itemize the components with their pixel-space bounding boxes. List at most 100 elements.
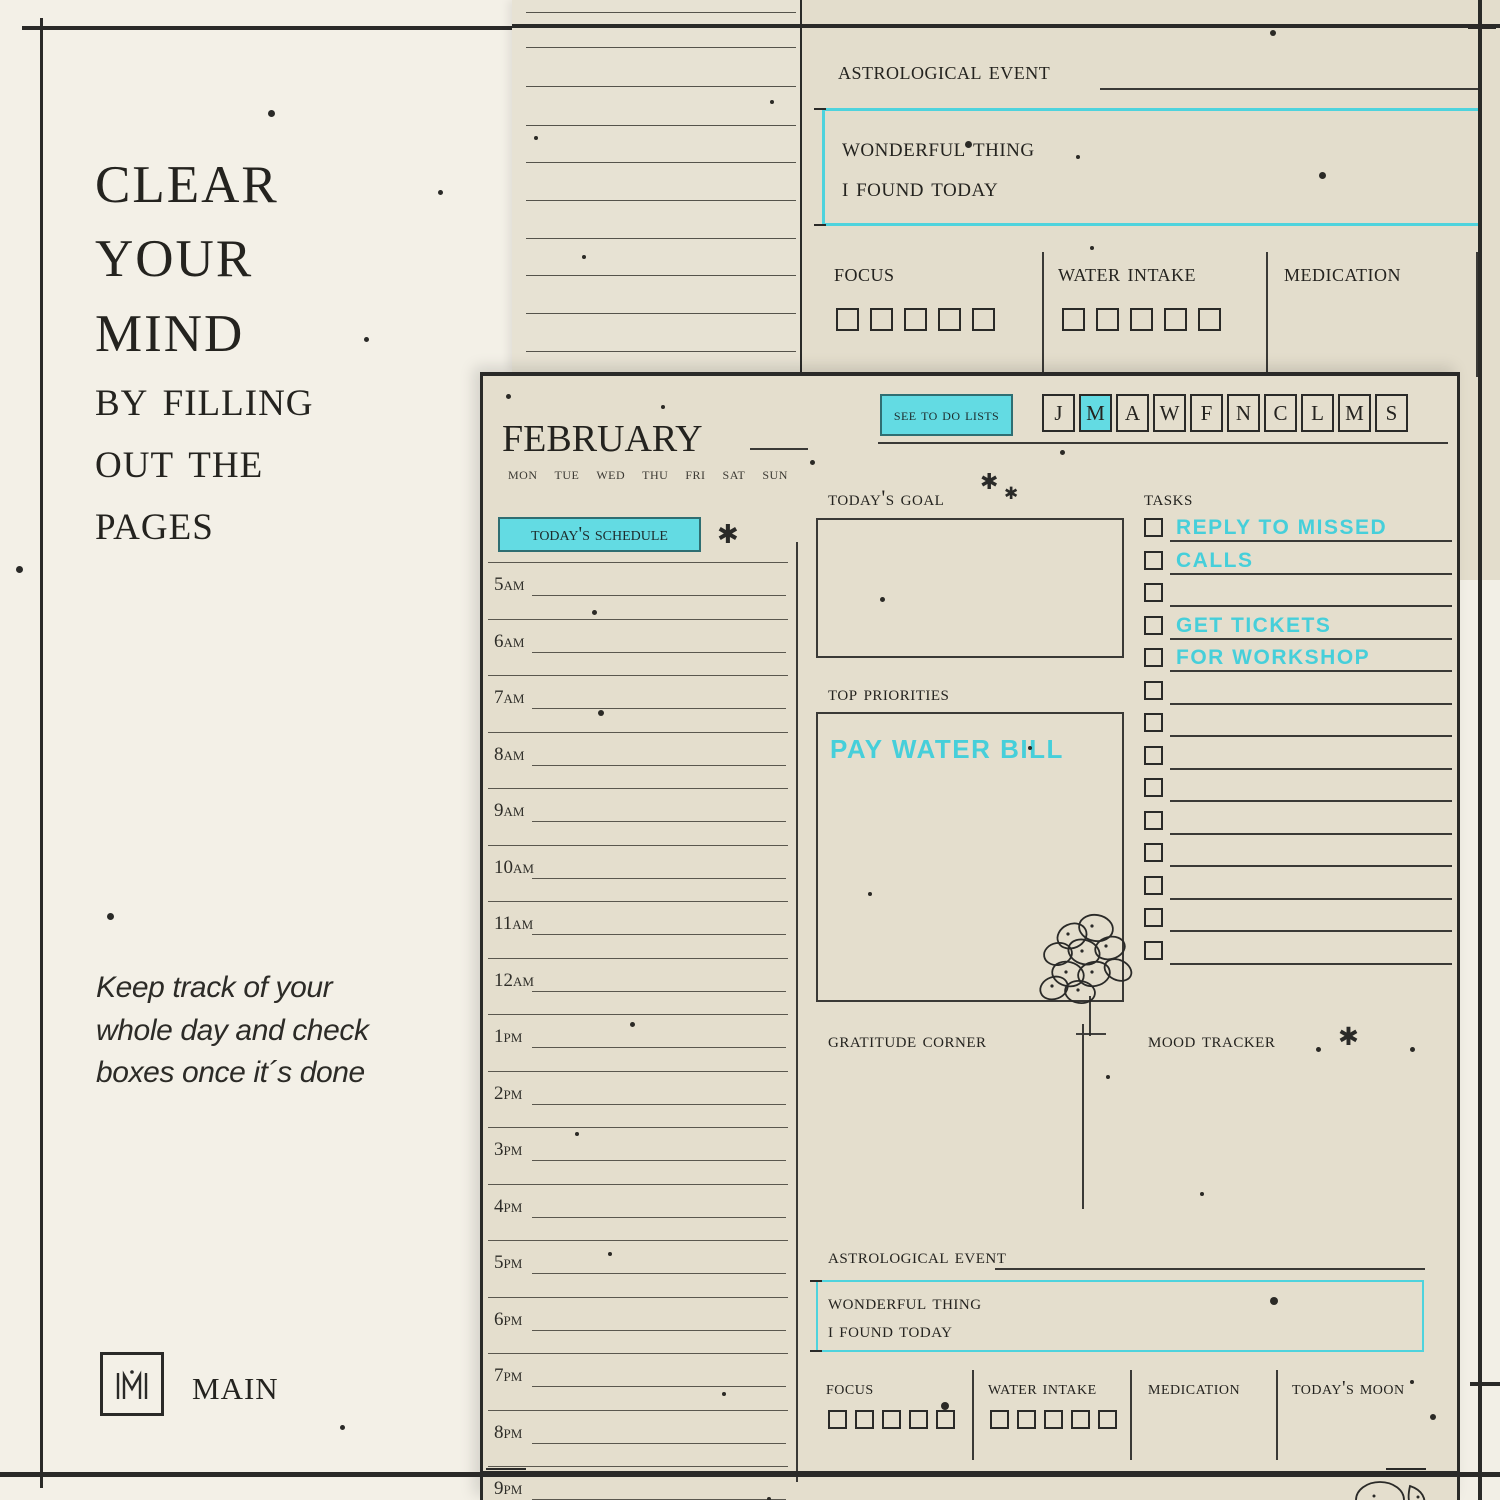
astrological-event-input-line[interactable]	[995, 1268, 1425, 1270]
task-line[interactable]	[1170, 767, 1452, 770]
task-line[interactable]	[1170, 800, 1452, 802]
schedule-row[interactable]: 12am	[480, 957, 800, 1015]
schedule-row[interactable]: 9am	[480, 788, 800, 845]
schedule-row[interactable]: 4pm	[480, 1183, 800, 1241]
schedule-row[interactable]: 3pm	[480, 1127, 800, 1184]
task-checkbox[interactable]	[1144, 550, 1163, 570]
schedule-entry-line[interactable]	[532, 764, 786, 766]
task-line[interactable]	[1170, 702, 1452, 705]
focus-checkbox[interactable]	[909, 1410, 928, 1429]
focus-checkbox[interactable]	[870, 308, 893, 331]
water-checkbox[interactable]	[1164, 308, 1187, 331]
schedule-entry-line[interactable]	[532, 990, 786, 992]
task-checkbox[interactable]	[1144, 615, 1163, 635]
schedule-row[interactable]: 6am	[480, 618, 800, 676]
task-checkbox[interactable]	[1144, 583, 1163, 602]
month-tab-2[interactable]: A	[1116, 394, 1149, 432]
month-tab-4[interactable]: F	[1190, 394, 1223, 432]
water-checkbox[interactable]	[1130, 308, 1153, 331]
astrological-event-input-line[interactable]	[1100, 88, 1478, 90]
focus-checkbox[interactable]	[936, 1410, 955, 1429]
task-checkbox[interactable]	[1144, 908, 1163, 927]
schedule-entry-line[interactable]	[532, 1273, 786, 1274]
water-checkbox[interactable]	[990, 1410, 1009, 1429]
focus-checkbox[interactable]	[828, 1410, 847, 1429]
schedule-row[interactable]: 7pm	[480, 1353, 800, 1410]
task-checkbox[interactable]	[1144, 745, 1163, 765]
focus-checkbox[interactable]	[836, 308, 859, 331]
task-checkbox[interactable]	[1144, 843, 1163, 862]
schedule-row[interactable]: 8pm	[480, 1409, 800, 1467]
task-line[interactable]	[1170, 832, 1452, 835]
water-checkbox-row[interactable]	[1062, 308, 1221, 331]
focus-checkbox[interactable]	[972, 308, 995, 331]
focus-checkbox[interactable]	[904, 308, 927, 331]
task-checkbox[interactable]	[1144, 940, 1163, 960]
water-checkbox-row[interactable]	[990, 1410, 1117, 1429]
focus-checkbox-row[interactable]	[836, 308, 995, 331]
task-checkbox[interactable]	[1144, 648, 1163, 667]
schedule-entry-line[interactable]	[532, 1329, 786, 1331]
todays-schedule-button[interactable]: TODAY'S SCHEDULE	[498, 517, 701, 552]
schedule-entry-line[interactable]	[532, 934, 786, 935]
task-line[interactable]	[1170, 930, 1452, 932]
month-tab-5[interactable]: N	[1227, 394, 1260, 432]
schedule-entry-line[interactable]	[532, 595, 786, 596]
focus-checkbox-row[interactable]	[828, 1410, 955, 1429]
schedule-row[interactable]: 5pm	[480, 1240, 800, 1297]
schedule-entry-line[interactable]	[532, 1216, 786, 1218]
focus-checkbox[interactable]	[855, 1410, 874, 1429]
water-checkbox[interactable]	[1044, 1410, 1063, 1429]
month-tab-1[interactable]: M	[1079, 394, 1112, 432]
schedule-row[interactable]: 2pm	[480, 1070, 800, 1128]
task-line[interactable]	[1170, 540, 1452, 542]
task-line[interactable]	[1170, 605, 1452, 607]
task-checkbox[interactable]	[1144, 680, 1163, 700]
schedule-entry-line[interactable]	[532, 1047, 786, 1048]
schedule-row[interactable]: 6pm	[480, 1296, 800, 1354]
schedule-entry-line[interactable]	[532, 821, 786, 822]
todays-goal-box[interactable]	[816, 518, 1124, 658]
water-checkbox[interactable]	[1017, 1410, 1036, 1429]
task-checkbox[interactable]	[1144, 875, 1163, 895]
schedule-row[interactable]: 7am	[480, 675, 800, 732]
focus-checkbox[interactable]	[938, 308, 961, 331]
schedule-row[interactable]: 11am	[480, 901, 800, 958]
task-checkbox[interactable]	[1144, 778, 1163, 797]
water-checkbox[interactable]	[1098, 1410, 1117, 1429]
month-tab-6[interactable]: C	[1264, 394, 1297, 432]
schedule-entry-line[interactable]	[532, 708, 786, 709]
schedule-entry-line[interactable]	[532, 877, 786, 879]
month-tab-9[interactable]: S	[1375, 394, 1408, 432]
task-checkbox[interactable]	[1144, 810, 1163, 830]
month-tab-bar[interactable]: J M A W F N C L M S	[1042, 394, 1408, 432]
task-checkbox[interactable]	[1144, 518, 1163, 537]
month-tab-8[interactable]: M	[1338, 394, 1371, 432]
schedule-entry-line[interactable]	[532, 1386, 786, 1387]
see-todo-lists-button[interactable]: SEE TO DO LISTS	[880, 394, 1013, 436]
water-checkbox[interactable]	[1198, 308, 1221, 331]
month-day-blank-line[interactable]	[750, 448, 808, 450]
water-checkbox[interactable]	[1062, 308, 1085, 331]
month-tab-7[interactable]: L	[1301, 394, 1334, 432]
month-tab-3[interactable]: W	[1153, 394, 1186, 432]
wonderful-thing-box[interactable]	[822, 108, 1482, 226]
schedule-entry-line[interactable]	[532, 1442, 786, 1444]
schedule-row[interactable]: 10am	[480, 844, 800, 902]
schedule-row[interactable]: 8am	[480, 731, 800, 789]
schedule-entry-line[interactable]	[532, 1103, 786, 1105]
task-line[interactable]	[1170, 962, 1452, 965]
water-checkbox[interactable]	[1096, 308, 1119, 331]
task-line[interactable]	[1170, 637, 1452, 640]
schedule-entry-line[interactable]	[532, 651, 786, 653]
task-checkbox[interactable]	[1144, 713, 1163, 732]
schedule-row[interactable]: 1pm	[480, 1014, 800, 1071]
schedule-row[interactable]: 5am	[480, 562, 800, 619]
task-line[interactable]	[1170, 897, 1452, 900]
task-line[interactable]	[1170, 670, 1452, 672]
schedule-entry-line[interactable]	[532, 1160, 786, 1161]
task-line[interactable]	[1170, 865, 1452, 867]
month-tab-0[interactable]: J	[1042, 394, 1075, 432]
task-line[interactable]	[1170, 572, 1452, 575]
water-checkbox[interactable]	[1071, 1410, 1090, 1429]
